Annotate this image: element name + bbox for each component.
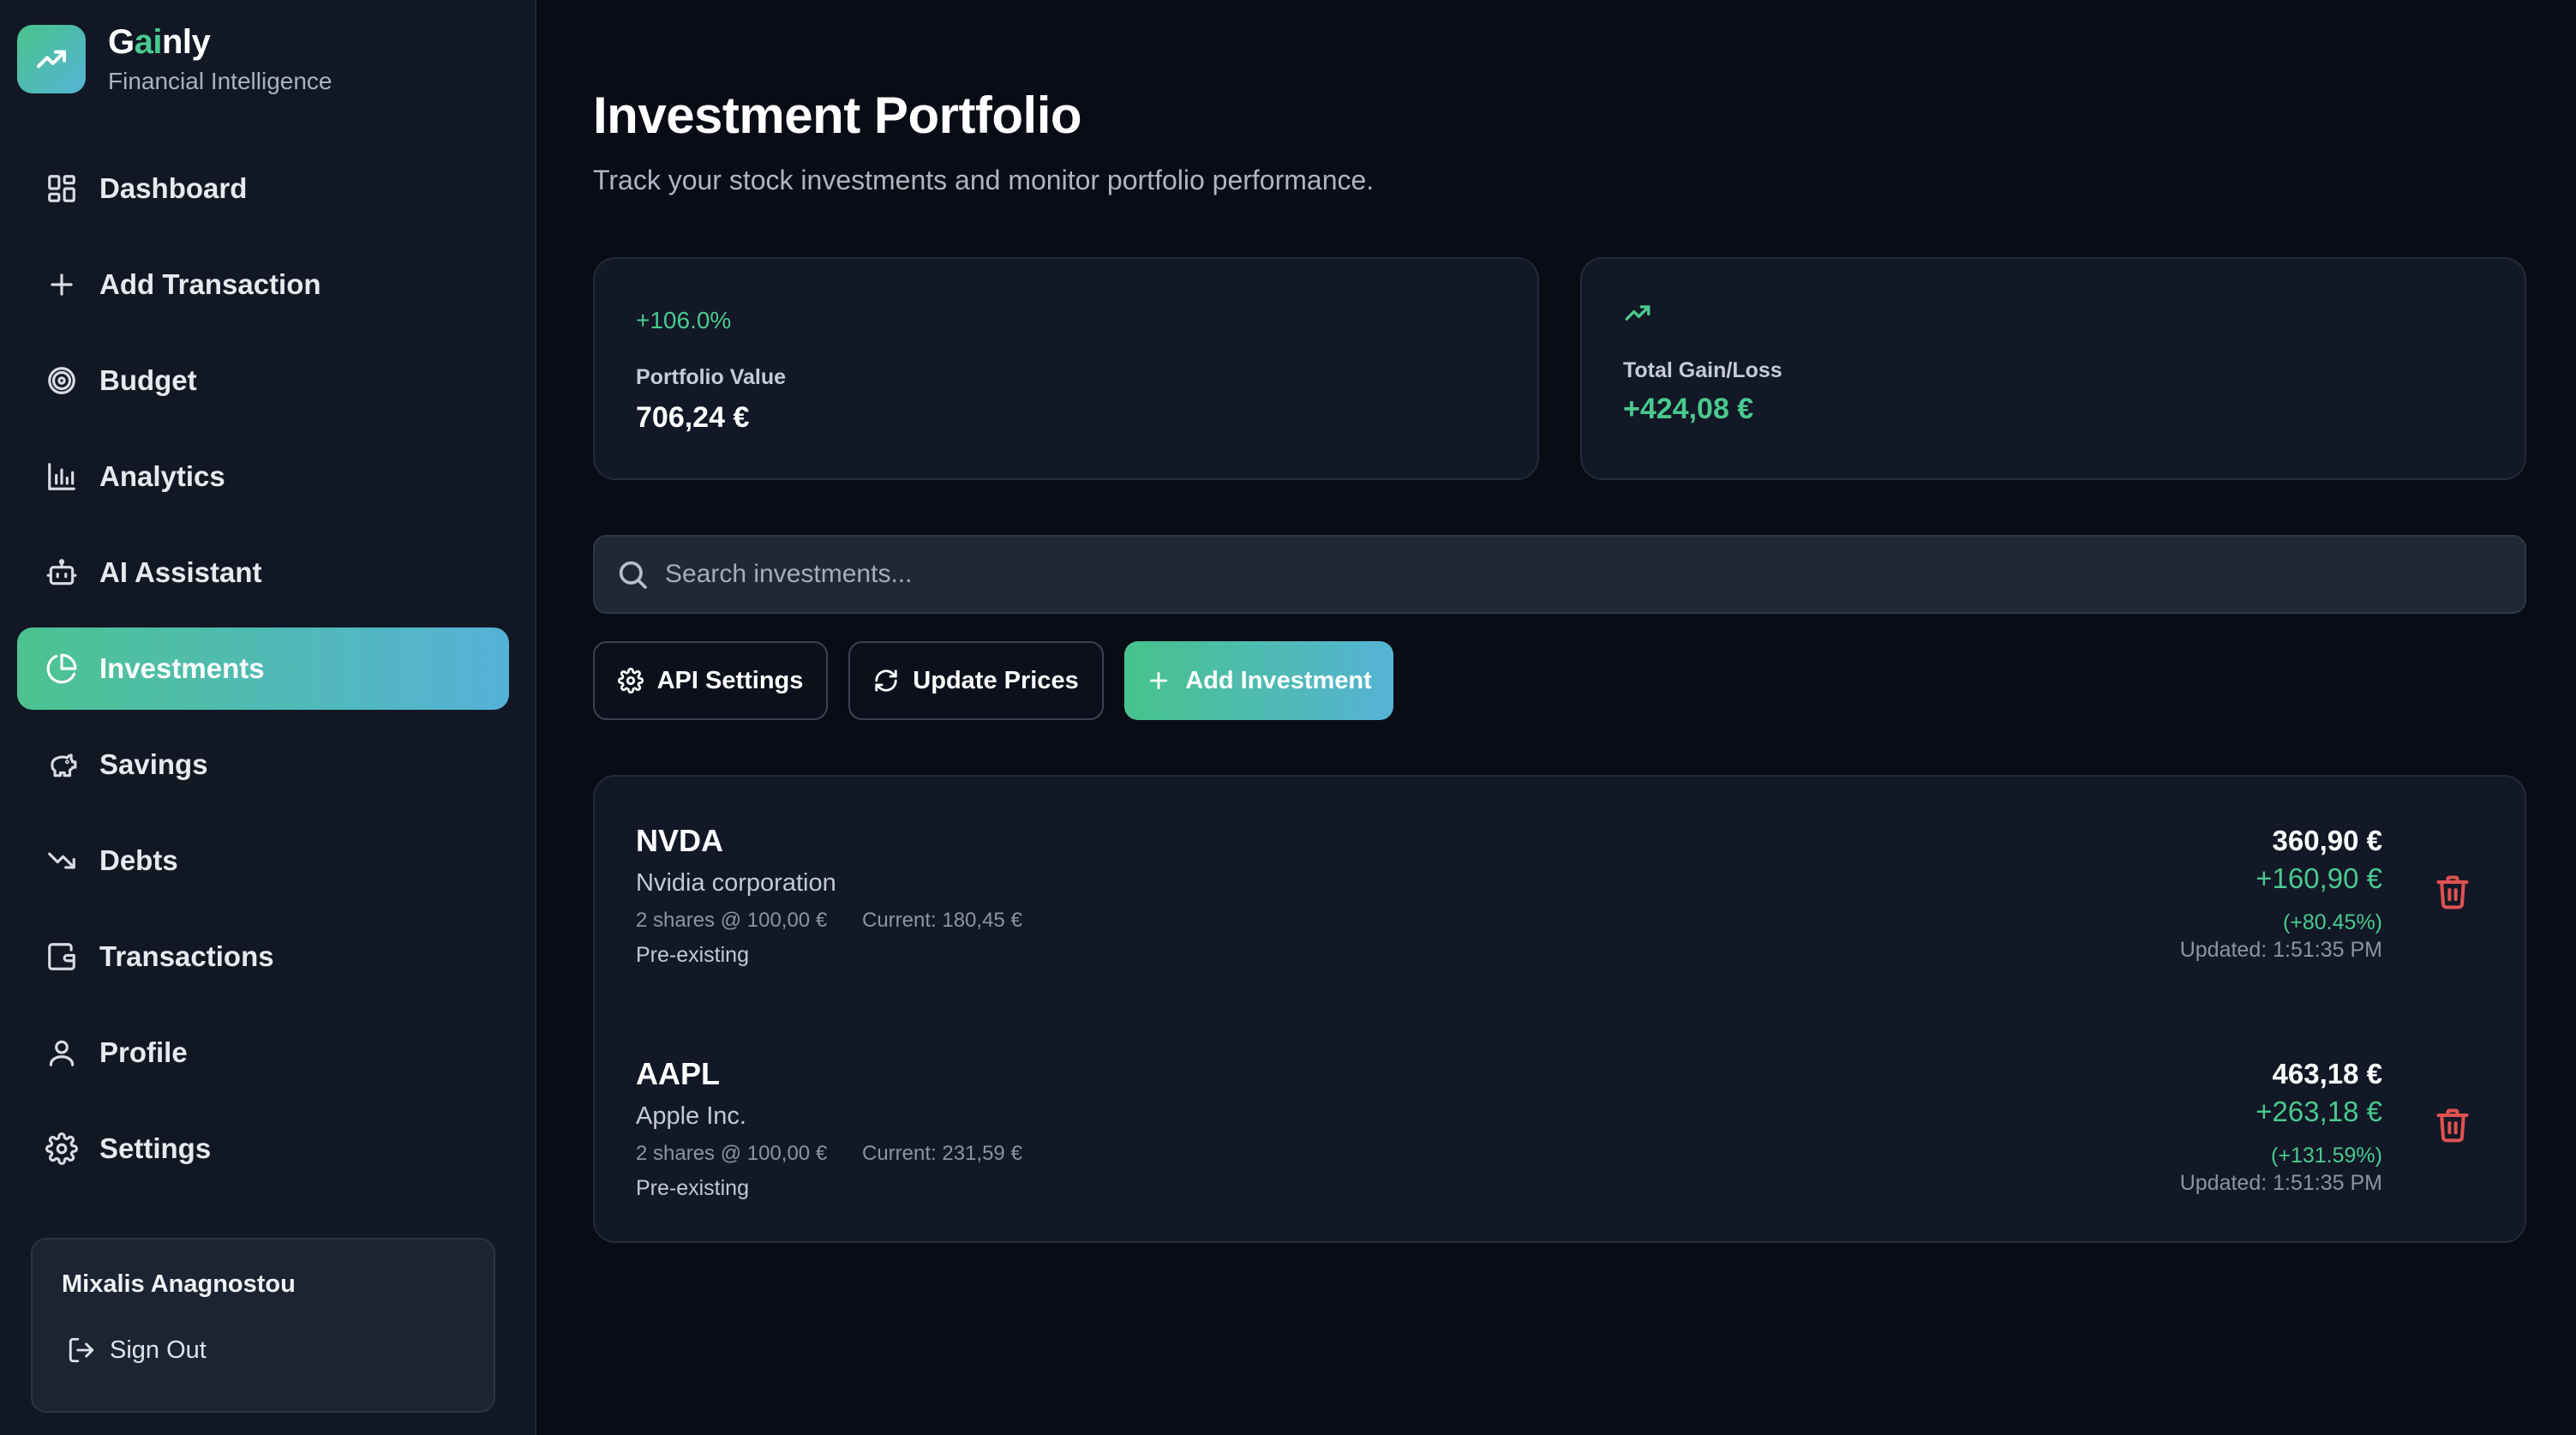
brand-name-part: G: [108, 23, 135, 61]
sidebar-item-savings[interactable]: Savings: [17, 724, 509, 806]
plus-icon: [45, 267, 79, 302]
portfolio-change: +106.0%: [636, 307, 732, 333]
user-panel: Mixalis Anagnostou Sign Out: [31, 1238, 495, 1413]
sidebar-item-label: Dashboard: [99, 172, 248, 204]
portfolio-value: 706,24 €: [636, 401, 750, 434]
api-settings-label: API Settings: [656, 666, 804, 694]
sidebar-item-settings[interactable]: Settings: [17, 1108, 509, 1190]
sidebar-item-add-transaction[interactable]: Add Transaction: [17, 243, 509, 326]
sidebar-item-label: Settings: [99, 1132, 212, 1164]
brand-name-part: nly: [161, 23, 211, 61]
holding-current-price: Current: 231,59 €: [862, 1142, 1022, 1165]
sidebar-item-label: Debts: [99, 844, 178, 876]
holding-shares: 2 shares @ 100,00 €: [636, 1142, 828, 1165]
trending-up-icon: [1623, 298, 1652, 327]
sidebar-item-ai-assistant[interactable]: AI Assistant: [17, 531, 509, 614]
holding-name: Nvidia corporation: [636, 869, 836, 897]
delete-icon[interactable]: [2434, 1106, 2471, 1144]
holding-symbol: AAPL: [636, 1056, 720, 1091]
sidebar-item-label: Savings: [99, 748, 208, 780]
plus-icon: [1150, 671, 1168, 690]
sidebar-item-label: AI Assistant: [99, 556, 262, 588]
user-name: Mixalis Anagnostou: [62, 1270, 296, 1298]
total-gain-card: Total Gain/Loss +424,08 €: [1580, 257, 2526, 480]
add-investment-label: Add Investment: [1185, 666, 1372, 694]
gear-icon: [45, 1132, 79, 1166]
sidebar-nav: Dashboard Add Transaction Budget Analyti…: [17, 147, 509, 1204]
sidebar-item-label: Add Transaction: [99, 268, 321, 300]
bot-icon: [45, 555, 79, 590]
app-root: Gainly Financial Intelligence Dashboard …: [0, 0, 2576, 1435]
sidebar-item-label: Profile: [99, 1036, 188, 1068]
refresh-icon: [875, 669, 897, 692]
trending-down-icon: [45, 844, 79, 878]
sidebar-item-investments[interactable]: Investments: [17, 627, 509, 710]
delete-icon[interactable]: [2434, 873, 2471, 910]
holding-tag: Pre-existing: [636, 1176, 749, 1200]
total-gain-label: Total Gain/Loss: [1623, 358, 1782, 382]
brand-name: Gainly: [108, 23, 332, 61]
holding-gain-percent: (+80.45%): [2282, 910, 2382, 934]
main-content: Investment Portfolio Track your stock in…: [593, 0, 2526, 1435]
total-gain-value: +424,08 €: [1623, 393, 1754, 425]
holding-updated: Updated: 1:51:35 PM: [2179, 938, 2382, 962]
sidebar-item-label: Budget: [99, 364, 197, 396]
user-icon: [45, 1036, 79, 1070]
sidebar-item-analytics[interactable]: Analytics: [17, 435, 509, 518]
holding-updated: Updated: 1:51:35 PM: [2179, 1171, 2382, 1195]
holding-value: 463,18 €: [2272, 1058, 2382, 1090]
holding-shares: 2 shares @ 100,00 €: [636, 909, 828, 932]
api-settings-button[interactable]: API Settings: [593, 641, 828, 720]
holding-gain-percent: (+131.59%): [2271, 1144, 2382, 1168]
portfolio-value-card: +106.0% Portfolio Value 706,24 €: [593, 257, 1539, 480]
holding-value: 360,90 €: [2272, 825, 2382, 856]
holding-name: Apple Inc.: [636, 1102, 746, 1130]
search-input[interactable]: [665, 560, 2525, 589]
sidebar-item-transactions[interactable]: Transactions: [17, 916, 509, 998]
log-out-icon: [69, 1337, 94, 1363]
sidebar-item-debts[interactable]: Debts: [17, 820, 509, 902]
bar-chart-icon: [45, 459, 79, 494]
holdings-list: NVDA Nvidia corporation 2 shares @ 100,0…: [593, 775, 2526, 1243]
page-subtitle: Track your stock investments and monitor…: [593, 165, 1375, 195]
add-investment-button[interactable]: Add Investment: [1124, 641, 1393, 720]
target-icon: [45, 363, 79, 398]
holding-current-price: Current: 180,45 €: [862, 909, 1022, 932]
sign-out-label: Sign Out: [110, 1336, 207, 1364]
sidebar-item-label: Analytics: [99, 460, 225, 492]
sidebar-item-budget[interactable]: Budget: [17, 339, 509, 422]
portfolio-value-label: Portfolio Value: [636, 365, 787, 389]
holding-gain: +263,18 €: [2255, 1096, 2382, 1127]
brand-name-accent: ai: [134, 23, 163, 61]
sidebar-item-label: Transactions: [99, 940, 274, 972]
piggy-bank-icon: [45, 748, 79, 782]
list-item[interactable]: AAPL Apple Inc. 2 shares @ 100,00 € Curr…: [595, 1010, 2528, 1216]
update-prices-label: Update Prices: [913, 666, 1079, 694]
list-item[interactable]: NVDA Nvidia corporation 2 shares @ 100,0…: [595, 777, 2528, 982]
holding-gain: +160,90 €: [2255, 862, 2382, 894]
sidebar-item-dashboard[interactable]: Dashboard: [17, 147, 509, 230]
wallet-icon: [45, 940, 79, 974]
sidebar-item-label: Investments: [99, 652, 265, 684]
page-title: Investment Portfolio: [593, 87, 1082, 144]
brand[interactable]: Gainly Financial Intelligence: [17, 23, 332, 94]
gear-icon: [617, 668, 644, 693]
update-prices-button[interactable]: Update Prices: [848, 641, 1104, 720]
sidebar-item-profile[interactable]: Profile: [17, 1012, 509, 1094]
sidebar: Gainly Financial Intelligence Dashboard …: [0, 0, 536, 1435]
trending-up-icon: [17, 25, 86, 93]
holding-symbol: NVDA: [636, 823, 724, 858]
holding-tag: Pre-existing: [636, 943, 749, 967]
brand-subtitle: Financial Intelligence: [108, 68, 332, 94]
sign-out-button[interactable]: Sign Out: [67, 1336, 207, 1365]
search-bar: [593, 535, 2526, 614]
layout-dashboard-icon: [45, 171, 79, 206]
search-icon: [619, 561, 647, 589]
pie-chart-icon: [45, 651, 79, 686]
